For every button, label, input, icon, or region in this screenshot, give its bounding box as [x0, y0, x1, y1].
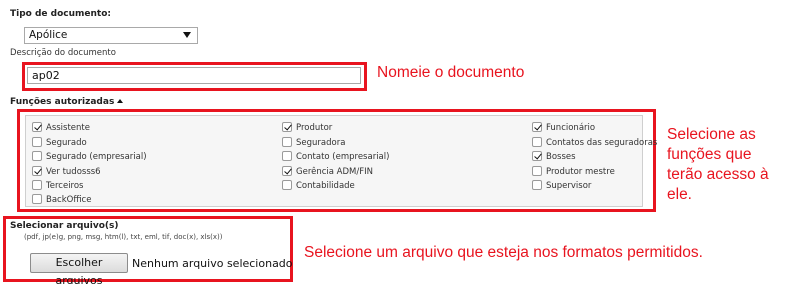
checkbox[interactable] — [282, 137, 292, 147]
file-label: Selecionar arquivo(s) — [10, 221, 119, 231]
annotation-select-file: Selecione um arquivo que esteja nos form… — [304, 244, 703, 261]
checkbox[interactable] — [32, 122, 42, 132]
checkbox[interactable] — [532, 166, 542, 176]
checkbox[interactable] — [532, 137, 542, 147]
checkbox[interactable] — [282, 180, 292, 190]
checkbox[interactable] — [282, 151, 292, 161]
checkbox[interactable] — [532, 180, 542, 190]
functions-label[interactable]: Funções autorizadas — [10, 97, 124, 107]
checkbox[interactable] — [282, 166, 292, 176]
checkbox[interactable] — [532, 151, 542, 161]
annotation-select-functions: Selecione as funções que terão acesso à … — [667, 126, 769, 203]
description-value: ap02 — [32, 69, 60, 82]
checkbox[interactable] — [532, 122, 542, 132]
choose-files-button[interactable]: Escolher arquivos — [30, 253, 128, 284]
checkbox[interactable] — [32, 137, 42, 147]
doc-type-select[interactable]: Apólice — [24, 27, 198, 44]
checkbox[interactable] — [32, 180, 42, 190]
checkbox[interactable] — [282, 122, 292, 132]
doc-type-label: Tipo de documento: — [10, 9, 112, 19]
description-input[interactable]: ap02 — [27, 67, 361, 84]
dropdown-arrow-icon — [183, 32, 191, 38]
checkbox[interactable] — [32, 194, 42, 204]
file-formats: (pdf, jp(e)g, png, msg, htm(l), txt, eml… — [24, 233, 223, 241]
description-label: Descrição do documento — [10, 48, 116, 58]
annotation-name-document: Nomeie o documento — [377, 64, 525, 81]
file-status: Nenhum arquivo selecionado — [132, 257, 293, 270]
doc-type-value: Apólice — [29, 29, 68, 41]
checkbox[interactable] — [32, 166, 42, 176]
functions-label-text: Funções autorizadas — [10, 97, 115, 107]
collapse-caret-icon — [117, 99, 124, 103]
checkbox[interactable] — [32, 151, 42, 161]
